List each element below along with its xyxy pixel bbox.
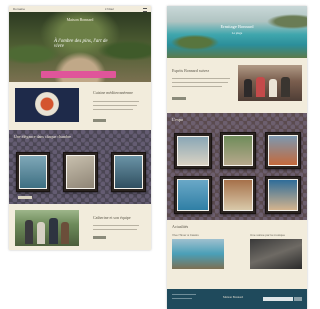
newsletter-submit[interactable] <box>294 297 302 301</box>
hero-title: Ermitage Bonnard <box>220 24 254 29</box>
story-button[interactable] <box>172 97 186 100</box>
gallery-frame-3[interactable] <box>265 132 301 169</box>
news-item-1-title[interactable]: Vive l'hiver à Cassis <box>172 233 199 237</box>
news-item-2-image[interactable] <box>250 239 302 269</box>
gallery-frame-2[interactable] <box>220 132 256 169</box>
story-heading: Esprits Bonnard suivez <box>172 68 210 73</box>
newsletter-input[interactable] <box>263 297 293 301</box>
room-photo-3[interactable] <box>111 152 146 192</box>
booking-bar[interactable] <box>41 71 116 78</box>
news-heading: Actualités <box>172 224 189 229</box>
team-image <box>15 210 79 246</box>
rooms-section: Une élégance dans chaque chambre <box>9 130 151 204</box>
gallery-frame-1[interactable] <box>174 133 212 169</box>
room-photo-2[interactable] <box>63 152 98 192</box>
right-page-mockup: Ermitage Bonnard La plage Esprits Bonnar… <box>167 6 307 309</box>
gallery-section: L'expo <box>167 113 307 220</box>
dish-plate <box>35 92 59 116</box>
cuisine-heading: Cuisine méditerranéenne <box>93 90 133 95</box>
room-photo-1[interactable] <box>16 152 50 192</box>
hero-title: Maison Bonnard <box>66 17 94 22</box>
rooms-button[interactable] <box>18 196 32 199</box>
cuisine-image <box>15 88 79 122</box>
team-heading: Catherine et son équipe <box>93 215 131 220</box>
hero-bay-image: Ermitage Bonnard La plage <box>167 6 307 58</box>
gallery-frame-5[interactable] <box>220 176 256 214</box>
footer: Maison Bonnard <box>167 289 307 309</box>
news-item-1-image[interactable] <box>172 239 224 269</box>
rooms-heading: Une élégance dans chaque chambre <box>14 134 72 139</box>
gallery-frame-6[interactable] <box>265 176 301 214</box>
gallery-heading: L'expo <box>172 117 183 122</box>
left-page-mockup: Domaine L'hôtel Maison Bonnard À l'ombre… <box>9 6 151 250</box>
news-item-2-title[interactable]: Une soirée par la musique <box>250 233 285 237</box>
hero-subtitle: La plage <box>231 31 243 35</box>
footer-brand: Maison Bonnard <box>223 295 244 299</box>
gallery-frame-4[interactable] <box>174 176 212 214</box>
team-button[interactable] <box>93 236 106 239</box>
cuisine-button[interactable] <box>93 119 106 122</box>
hero-tagline: À l'ombre des pins, l'art de vivre <box>54 39 108 49</box>
story-image <box>238 65 302 101</box>
